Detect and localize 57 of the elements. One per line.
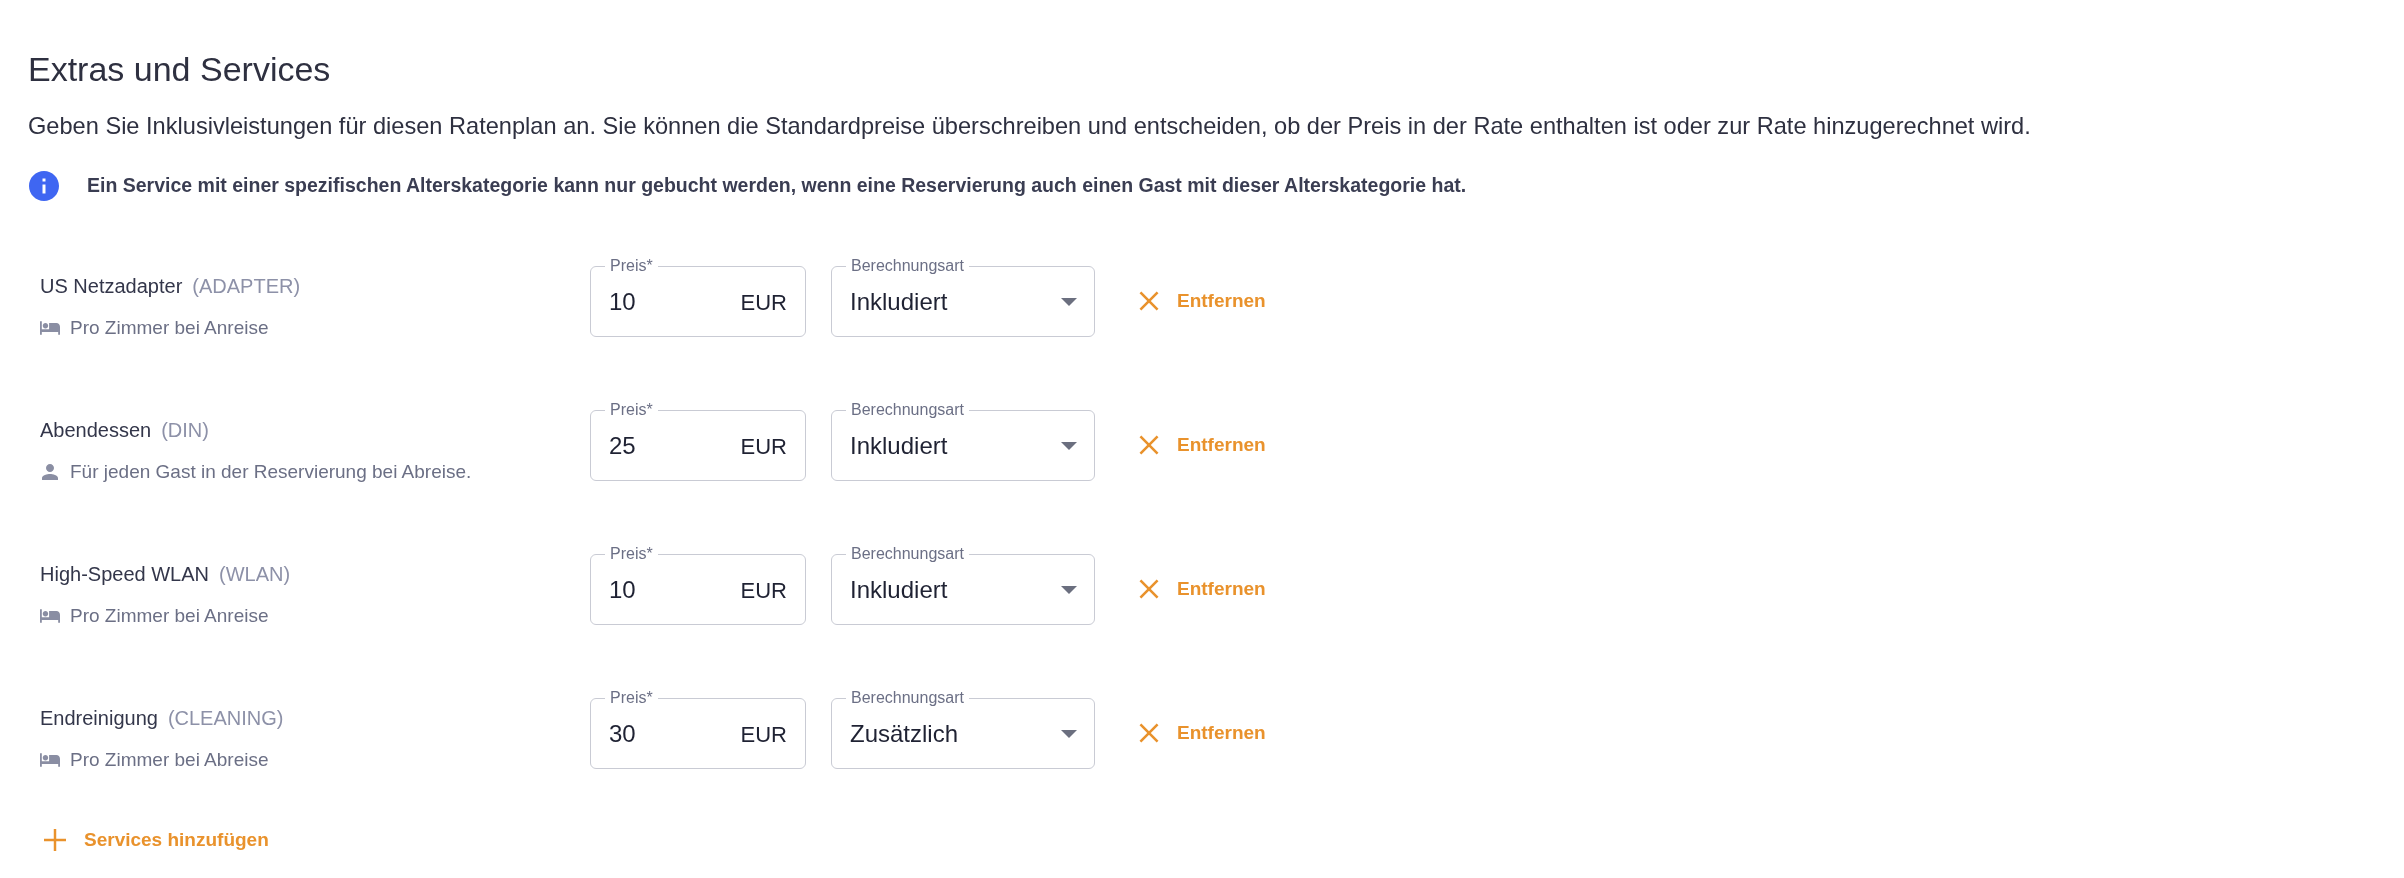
plus-icon xyxy=(44,829,66,851)
price-value: 25 xyxy=(609,431,636,461)
price-field[interactable]: Preis* 10 EUR xyxy=(590,544,806,625)
billing-unit: Für jeden Gast in der Reservierung bei Abreise. xyxy=(70,459,472,484)
field-label: Preis* xyxy=(609,400,654,420)
field-label: Preis* xyxy=(609,544,654,564)
cross-icon xyxy=(1139,579,1159,599)
field-label: Berechnungsart xyxy=(850,544,965,564)
field-label: Preis* xyxy=(609,256,654,276)
info-icon xyxy=(29,171,59,201)
section-description: Geben Sie Inklusivleistungen für diesen Ratenplan an. Sie können die Standardpreise überschreiben und entscheiden, ob der Preis in der Rate enthalten ist oder zur Rate hinzugerechnet wird. xyxy=(28,112,2032,141)
section-title: Extras und Services xyxy=(28,49,332,90)
field-label: Berechnungsart xyxy=(850,688,965,708)
select-value: Zusätzlich xyxy=(850,719,959,749)
service-name: US Netzadapter xyxy=(40,274,183,299)
select-value: Inkludiert xyxy=(850,287,948,317)
service-code: (ADAPTER) xyxy=(192,274,301,299)
field-label: Berechnungsart xyxy=(850,400,965,420)
select-value: Inkludiert xyxy=(850,575,948,605)
caret-icon xyxy=(1061,730,1077,738)
caret-icon xyxy=(1061,442,1077,450)
billing-unit: Pro Zimmer bei Anreise xyxy=(70,315,269,340)
service-code: (CLEANING) xyxy=(167,706,284,731)
calculation-select[interactable]: Berechnungsart Inkludiert xyxy=(831,400,1095,481)
currency-label: EUR xyxy=(740,288,787,317)
bed-icon xyxy=(40,753,60,767)
field-label: Berechnungsart xyxy=(850,256,965,276)
cross-icon xyxy=(1139,723,1159,743)
price-field[interactable]: Preis* 25 EUR xyxy=(590,400,806,481)
service-code: (DIN) xyxy=(161,418,209,443)
service-name: High-Speed WLAN xyxy=(40,562,209,587)
field-label: Preis* xyxy=(609,688,654,708)
cross-icon xyxy=(1139,435,1159,455)
price-value: 10 xyxy=(609,575,636,605)
calculation-select[interactable]: Berechnungsart Inkludiert xyxy=(831,256,1095,337)
currency-label: EUR xyxy=(740,720,787,749)
calculation-select[interactable]: Berechnungsart Inkludiert xyxy=(831,544,1095,625)
caret-icon xyxy=(1061,298,1077,306)
cross-icon xyxy=(1139,291,1159,311)
service-code: (WLAN) xyxy=(218,562,291,587)
person-icon xyxy=(42,464,58,480)
price-field[interactable]: Preis* 10 EUR xyxy=(590,256,806,337)
currency-label: EUR xyxy=(740,432,787,461)
price-value: 30 xyxy=(609,719,636,749)
billing-unit: Pro Zimmer bei Abreise xyxy=(70,747,269,772)
bed-icon xyxy=(40,321,60,335)
calculation-select[interactable]: Berechnungsart Zusätzlich xyxy=(831,688,1095,769)
service-name: Endreinigung xyxy=(40,706,158,731)
bed-icon xyxy=(40,609,60,623)
select-value: Inkludiert xyxy=(850,431,948,461)
price-value: 10 xyxy=(609,287,636,317)
currency-label: EUR xyxy=(740,576,787,605)
price-field[interactable]: Preis* 30 EUR xyxy=(590,688,806,769)
service-name: Abendessen xyxy=(40,418,152,443)
caret-icon xyxy=(1061,586,1077,594)
billing-unit: Pro Zimmer bei Anreise xyxy=(70,603,269,628)
info-notice: Ein Service mit einer spezifischen Alterskategorie kann nur gebucht werden, wenn eine Reservierung auch einen Gast mit dieser Alterskategorie hat. xyxy=(87,173,1467,199)
